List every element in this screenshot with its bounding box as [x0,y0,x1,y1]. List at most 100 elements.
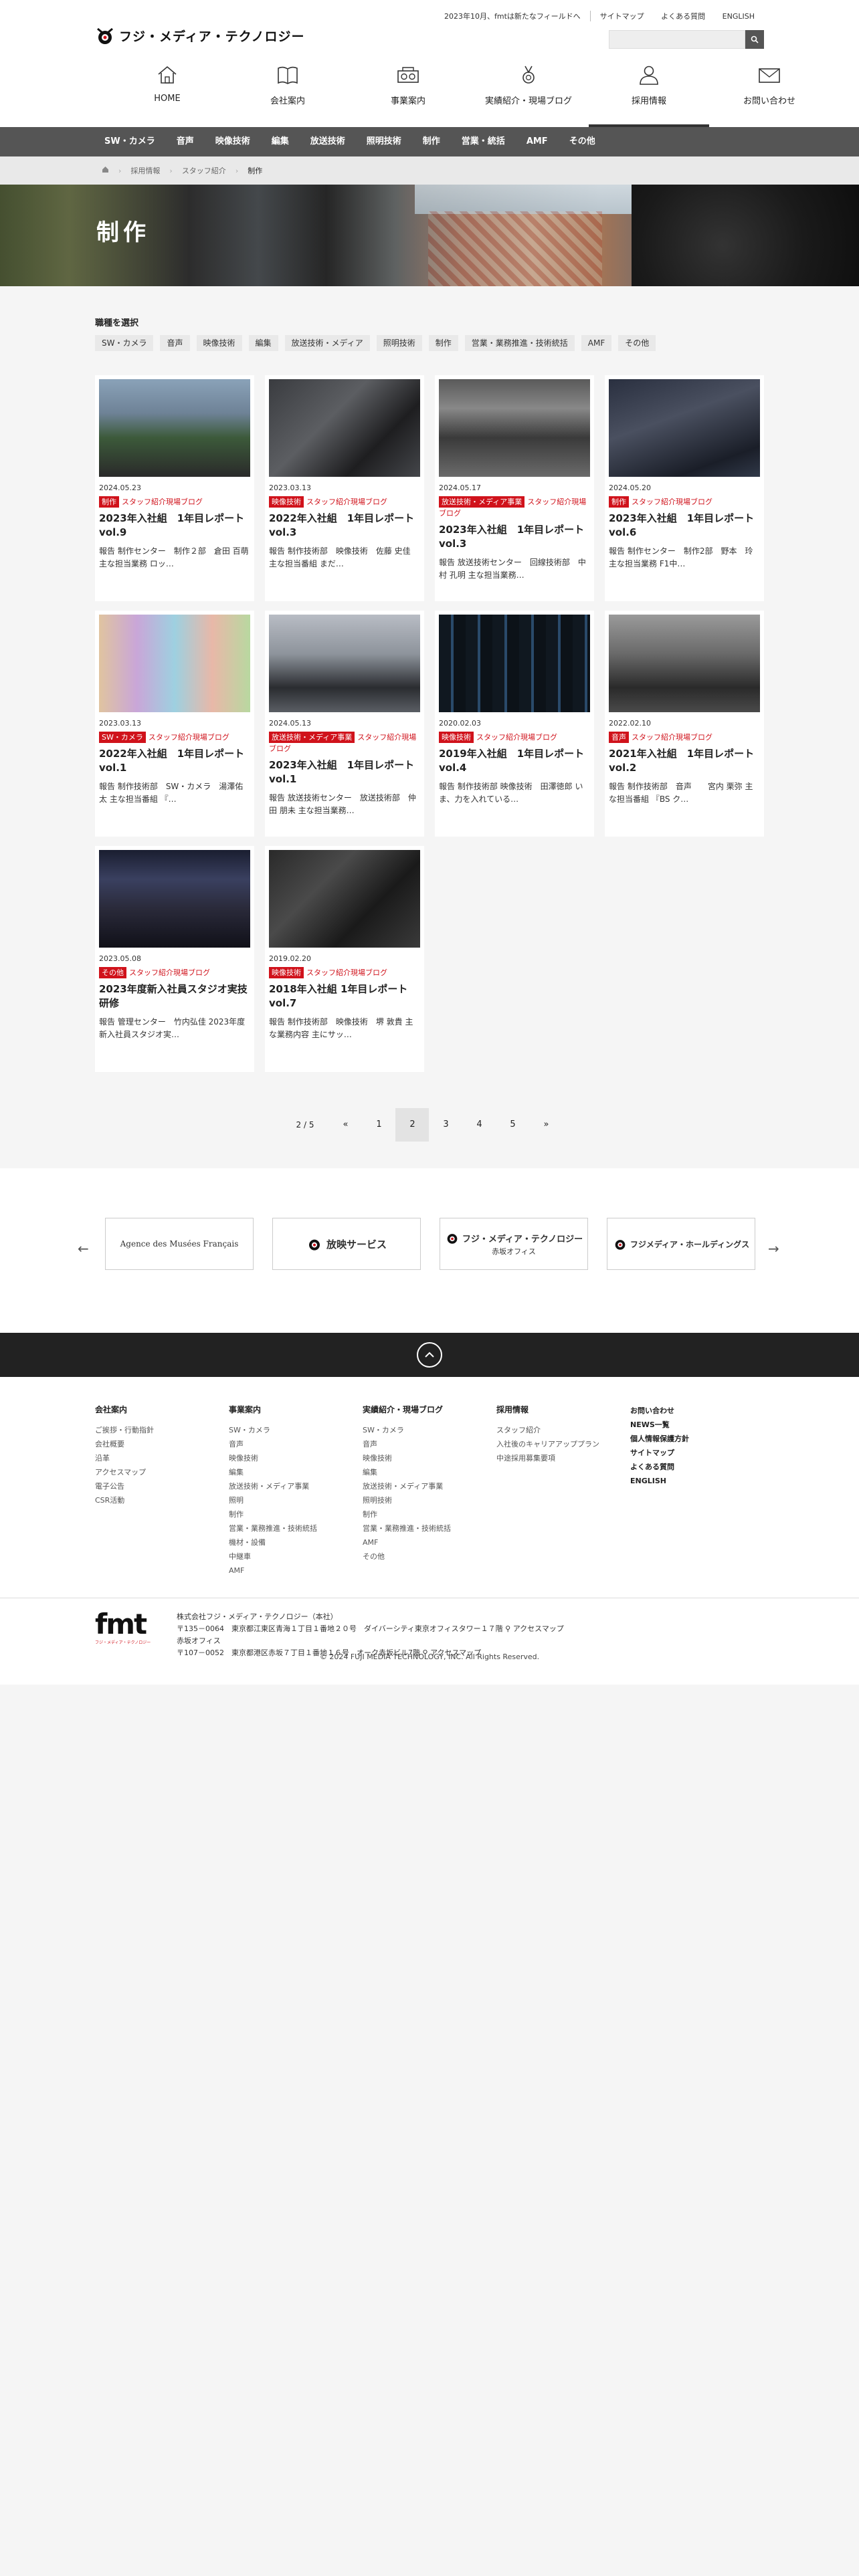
footer-english-link[interactable]: ENGLISH [630,1477,666,1485]
subnav-production[interactable]: 制作 [412,127,451,156]
subnav-broadcast[interactable]: 放送技術 [300,127,356,156]
footer-link[interactable]: スタッフ紹介 [496,1426,541,1434]
subnav-editing[interactable]: 編集 [261,127,300,156]
footer-link[interactable]: 制作 [363,1510,377,1519]
footer-link[interactable]: 中途採用募集要項 [496,1454,555,1463]
filter-production[interactable]: 制作 [428,335,458,351]
filter-broadcast-media[interactable]: 放送技術・メディア [284,335,370,351]
banner-fmh[interactable]: フジメディア・ホールディングス [607,1218,755,1270]
footer-link[interactable]: 音声 [229,1440,244,1448]
nav-business[interactable]: 事業案内 [348,64,468,127]
footer-news-link[interactable]: NEWS一覧 [630,1420,670,1429]
nav-works-blog[interactable]: 実績紹介・現場ブログ [468,64,589,127]
footer-link[interactable]: 営業・業務推進・技術統括 [229,1524,317,1533]
sitemap-link[interactable]: サイトマップ [600,12,644,21]
footer-link[interactable]: 照明技術 [363,1496,392,1505]
back-to-top-button[interactable] [417,1342,442,1368]
footer-link[interactable]: ご挨拶・行動指針 [95,1426,154,1434]
filter-amf[interactable]: AMF [581,335,612,351]
staff-card[interactable]: 2024.05.13 放送技術・メディア事業 スタッフ紹介現場ブログ 2023年入… [265,611,424,837]
staff-card[interactable]: 2023.03.13 SW・カメラ スタッフ紹介現場ブログ 2022年入社組 1年… [95,611,254,837]
page-3[interactable]: 3 [429,1108,462,1142]
staff-card[interactable]: 2020.02.03 映像技術 スタッフ紹介現場ブログ 2019年入社組 1年目レ… [435,611,594,837]
subnav-lighting[interactable]: 照明技術 [356,127,412,156]
footer-link[interactable]: SW・カメラ [229,1426,270,1434]
staff-card[interactable]: 2024.05.17 放送技術・メディア事業 スタッフ紹介現場ブログ 2023年入… [435,375,594,601]
card-blog-tag: スタッフ紹介現場ブログ [122,498,203,506]
footer-link[interactable]: 会社概要 [95,1440,124,1448]
page-next[interactable]: » [529,1108,563,1142]
search-button[interactable] [745,30,764,49]
staff-card[interactable]: 2022.02.10 音声 スタッフ紹介現場ブログ 2021年入社組 1年目レポー… [605,611,764,837]
staff-card[interactable]: 2023.03.13 映像技術 スタッフ紹介現場ブログ 2022年入社組 1年目レ… [265,375,424,601]
footer-sitemap-link[interactable]: サイトマップ [630,1448,674,1457]
filter-audio[interactable]: 音声 [160,335,190,351]
footer-link[interactable]: 電子公告 [95,1482,124,1491]
nav-home[interactable]: HOME [107,64,227,127]
page-2-current[interactable]: 2 [395,1108,430,1142]
footer-link[interactable]: 照明 [229,1496,244,1505]
page-5[interactable]: 5 [496,1108,529,1142]
carousel-prev-icon[interactable]: ← [78,1241,89,1257]
filter-other[interactable]: その他 [618,335,656,351]
subnav-video-tech[interactable]: 映像技術 [205,127,261,156]
footer-link[interactable]: 放送技術・メディア事業 [363,1482,443,1491]
footer-link[interactable]: 音声 [363,1440,377,1448]
staff-card[interactable]: 2024.05.20 制作 スタッフ紹介現場ブログ 2023年入社組 1年目レポー… [605,375,764,601]
subnav-sw-camera[interactable]: SW・カメラ [94,127,166,156]
footer-link[interactable]: 編集 [229,1468,244,1477]
footer-link[interactable]: アクセスマップ [95,1468,146,1477]
banner-agence[interactable]: Agence des Musées Français [105,1218,254,1270]
page-prev[interactable]: « [328,1108,362,1142]
staff-card[interactable]: 2019.02.20 映像技術 スタッフ紹介現場ブログ 2018年入社組 1年目レ… [265,846,424,1072]
card-category-tag: 映像技術 [269,496,304,508]
footer-faq-link[interactable]: よくある質問 [630,1463,674,1471]
main-nav: HOME 会社案内 事業案内 実績紹介・現場ブログ 採用情報 お問い合わせ [107,64,830,127]
nav-contact[interactable]: お問い合わせ [709,64,830,127]
footer-link[interactable]: AMF [363,1538,378,1547]
footer-link[interactable]: その他 [363,1552,385,1561]
footer-link[interactable]: CSR活動 [95,1496,124,1505]
filter-lighting[interactable]: 照明技術 [376,335,422,351]
footer-link[interactable]: 映像技術 [229,1454,258,1463]
page-4[interactable]: 4 [462,1108,496,1142]
footer-link[interactable]: 入社後のキャリアアッププラン [496,1440,599,1448]
staff-card[interactable]: 2023.05.08 その他 スタッフ紹介現場ブログ 2023年度新入社員スタジオ… [95,846,254,1072]
staff-card[interactable]: 2024.05.23 制作 スタッフ紹介現場ブログ 2023年入社組 1年目レポー… [95,375,254,601]
footer-link[interactable]: 編集 [363,1468,377,1477]
nav-company[interactable]: 会社案内 [227,64,348,127]
breadcrumb-home-icon[interactable] [102,166,109,175]
footer-link[interactable]: 機材・設備 [229,1538,266,1547]
page-1[interactable]: 1 [362,1108,395,1142]
footer-link[interactable]: 沿革 [95,1454,110,1463]
footer-link[interactable]: 営業・業務推進・技術統括 [363,1524,451,1533]
nav-recruit[interactable]: 採用情報 [589,64,709,127]
banner-houei-service[interactable]: 放映サービス [272,1218,421,1270]
faq-link[interactable]: よくある質問 [661,12,705,21]
hq-access-map-link[interactable]: ⚲ アクセスマップ [505,1624,564,1633]
footer-link[interactable]: SW・カメラ [363,1426,404,1434]
subnav-sales[interactable]: 営業・統括 [451,127,516,156]
subnav-amf[interactable]: AMF [516,127,559,156]
footer-link[interactable]: 放送技術・メディア事業 [229,1482,309,1491]
footer-link[interactable]: 制作 [229,1510,244,1519]
footer-privacy-link[interactable]: 個人情報保護方針 [630,1434,689,1443]
english-link[interactable]: ENGLISH [723,12,755,21]
carousel-next-icon[interactable]: → [768,1241,779,1257]
site-logo[interactable]: フジ・メディア・テクノロジー [95,27,305,45]
breadcrumb-recruit[interactable]: 採用情報 [130,165,160,176]
filter-sales[interactable]: 営業・業務推進・技術統括 [464,335,575,351]
subnav-audio[interactable]: 音声 [166,127,205,156]
news-link[interactable]: 2023年10月、fmtは新たなフィールドへ [444,11,591,21]
footer-link[interactable]: 中継車 [229,1552,251,1561]
filter-video-tech[interactable]: 映像技術 [196,335,242,351]
banner-fmt-akasaka[interactable]: フジ・メディア・テクノロジー 赤坂オフィス [440,1218,588,1270]
subnav-other[interactable]: その他 [559,127,606,156]
breadcrumb-staff[interactable]: スタッフ紹介 [182,165,226,176]
footer-link[interactable]: 映像技術 [363,1454,392,1463]
filter-sw-camera[interactable]: SW・カメラ [95,335,154,351]
filter-editing[interactable]: 編集 [248,335,278,351]
footer-link[interactable]: AMF [229,1566,244,1575]
footer-contact-link[interactable]: お問い合わせ [630,1406,674,1415]
search-input[interactable] [609,30,745,49]
